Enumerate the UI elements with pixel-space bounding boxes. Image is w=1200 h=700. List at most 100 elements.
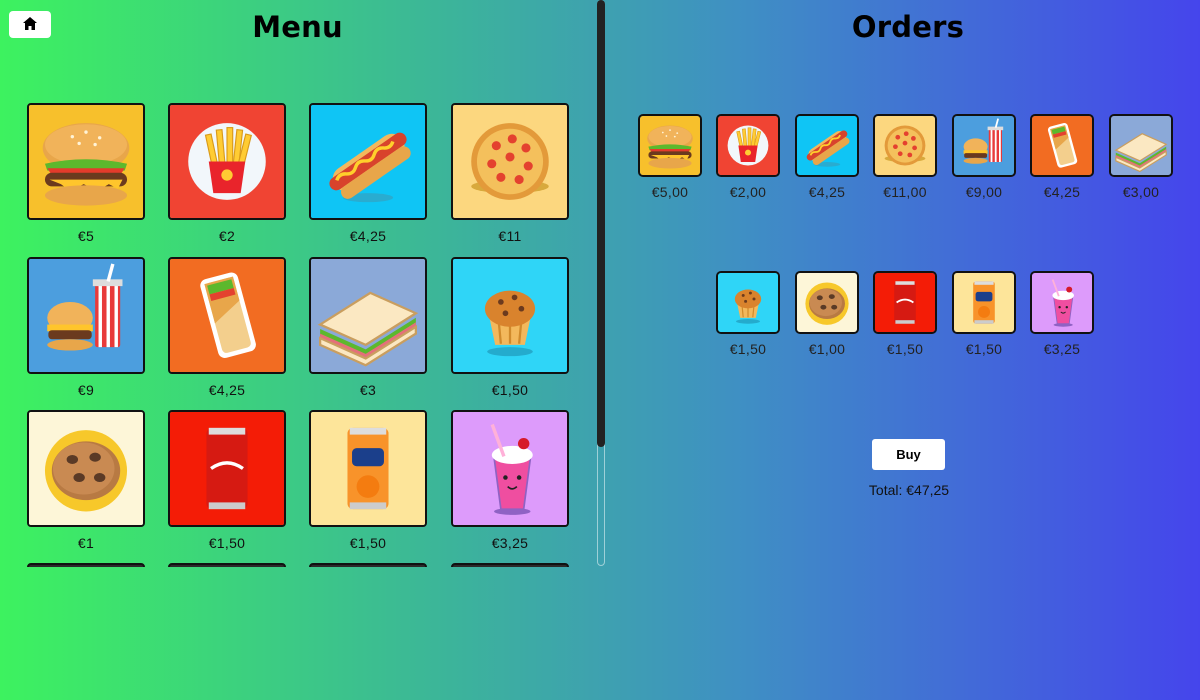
order-item-price: €4,25	[808, 184, 846, 200]
menu-item-price: €1,50	[208, 535, 246, 551]
order-item-muffin[interactable]: €1,50	[716, 271, 780, 357]
fries-icon	[718, 116, 778, 175]
order-item-price: €1,50	[729, 341, 767, 357]
burger-icon	[640, 116, 700, 175]
menu-item-price: €4,25	[208, 382, 246, 398]
menu-item-burger[interactable]: €5	[27, 103, 145, 244]
menu-item-price: €3,25	[491, 535, 529, 551]
menu-item-image	[309, 563, 427, 567]
pizza-icon	[453, 105, 567, 218]
menu-item-sandwich[interactable]: €3	[309, 257, 427, 398]
order-item-price: €5,00	[651, 184, 689, 200]
menu-item-cookie[interactable]: €1	[27, 410, 145, 551]
menu-item-burrito[interactable]: €4,25	[168, 257, 286, 398]
menu-item-image	[168, 257, 286, 374]
menu-item-image	[451, 257, 569, 374]
order-item-image	[952, 271, 1016, 334]
menu-scrollbar-thumb[interactable]	[597, 0, 605, 447]
menu-item-price: €5	[77, 228, 95, 244]
order-item-image	[638, 114, 702, 177]
menu-item-image	[309, 103, 427, 220]
order-item-price: €4,25	[1043, 184, 1081, 200]
hotdog-icon	[797, 116, 857, 175]
fanta-can-icon	[311, 412, 425, 525]
menu-item-milkshake[interactable]: €3,25	[451, 410, 569, 551]
order-item-price: €3,00	[1122, 184, 1160, 200]
sandwich-icon	[1111, 116, 1171, 175]
order-item-price: €1,00	[808, 341, 846, 357]
menu-item-partial[interactable]	[451, 563, 569, 567]
order-item-image	[873, 271, 937, 334]
menu-item-price: €4,25	[349, 228, 387, 244]
menu-item-price: €1	[77, 535, 95, 551]
order-item-burrito[interactable]: €4,25	[1030, 114, 1094, 200]
order-item-image	[716, 271, 780, 334]
sandwich-icon	[311, 259, 425, 372]
menu-item-partial[interactable]	[309, 563, 427, 567]
order-item-burger-combo[interactable]: €9,00	[952, 114, 1016, 200]
menu-item-price: €1,50	[491, 382, 529, 398]
menu-item-image	[451, 103, 569, 220]
menu-item-image	[168, 563, 286, 567]
menu-item-price: €3	[359, 382, 377, 398]
order-item-cookie[interactable]: €1,00	[795, 271, 859, 357]
menu-item-partial[interactable]	[27, 563, 145, 567]
cola-can-icon	[875, 273, 935, 332]
pizza-icon	[875, 116, 935, 175]
order-item-price: €1,50	[886, 341, 924, 357]
cookie-icon	[797, 273, 857, 332]
menu-item-image	[168, 103, 286, 220]
milkshake-icon	[453, 412, 567, 525]
menu-item-image	[309, 410, 427, 527]
cookie-icon	[29, 412, 143, 525]
order-item-price: €11,00	[883, 184, 927, 200]
menu-item-muffin[interactable]: €1,50	[451, 257, 569, 398]
muffin-icon	[453, 259, 567, 372]
order-item-price: €3,25	[1043, 341, 1081, 357]
milkshake-icon	[1032, 273, 1092, 332]
menu-item-fanta[interactable]: €1,50	[309, 410, 427, 551]
menu-item-image	[309, 257, 427, 374]
order-item-image	[795, 271, 859, 334]
cola-can-icon	[170, 412, 284, 525]
muffin-icon	[718, 273, 778, 332]
burrito-icon	[1032, 116, 1092, 175]
menu-item-burger-combo[interactable]: €9	[27, 257, 145, 398]
menu-item-hotdog[interactable]: €4,25	[309, 103, 427, 244]
burger-combo-icon	[954, 116, 1014, 175]
order-item-price: €2,00	[729, 184, 767, 200]
order-item-image	[952, 114, 1016, 177]
hotdog-icon	[311, 105, 425, 218]
order-total: Total: €47,25	[868, 482, 950, 498]
menu-item-image	[27, 410, 145, 527]
menu-item-partial[interactable]	[168, 563, 286, 567]
burger-combo-icon	[29, 259, 143, 372]
menu-panel[interactable]: €5 €2 €4,25 €11 €9 €4,25 €3 €1,50 €1 €1,…	[0, 95, 596, 567]
order-item-price: €9,00	[965, 184, 1003, 200]
menu-item-pizza[interactable]: €11	[451, 103, 569, 244]
order-item-image	[1030, 114, 1094, 177]
order-item-milkshake[interactable]: €3,25	[1030, 271, 1094, 357]
buy-button[interactable]: Buy	[872, 439, 945, 470]
order-item-image	[795, 114, 859, 177]
order-item-image	[716, 114, 780, 177]
menu-item-cola[interactable]: €1,50	[168, 410, 286, 551]
menu-item-image	[168, 410, 286, 527]
order-item-cola[interactable]: €1,50	[873, 271, 937, 357]
menu-item-image	[451, 563, 569, 567]
order-item-hotdog[interactable]: €4,25	[795, 114, 859, 200]
order-item-fries[interactable]: €2,00	[716, 114, 780, 200]
menu-grid: €5 €2 €4,25 €11 €9 €4,25 €3 €1,50 €1 €1,…	[0, 95, 596, 567]
order-item-price: €1,50	[965, 341, 1003, 357]
menu-item-fries[interactable]: €2	[168, 103, 286, 244]
menu-item-price: €11	[498, 228, 522, 244]
menu-title: Menu	[252, 10, 343, 44]
order-item-fanta[interactable]: €1,50	[952, 271, 1016, 357]
order-item-burger[interactable]: €5,00	[638, 114, 702, 200]
fries-icon	[170, 105, 284, 218]
order-item-pizza[interactable]: €11,00	[873, 114, 937, 200]
order-item-sandwich[interactable]: €3,00	[1109, 114, 1173, 200]
menu-item-image	[27, 563, 145, 567]
order-item-image	[1109, 114, 1173, 177]
orders-title: Orders	[851, 10, 965, 44]
